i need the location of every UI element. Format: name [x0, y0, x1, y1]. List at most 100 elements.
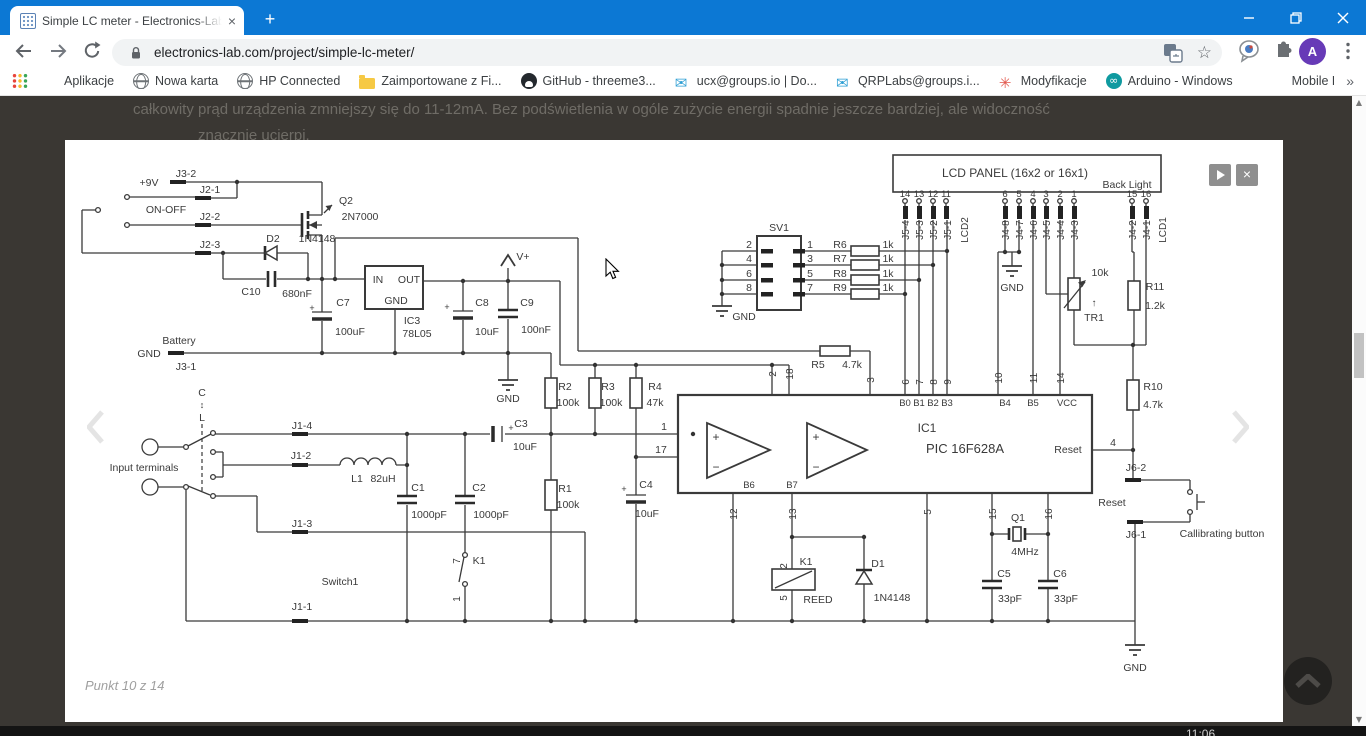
bookmark-item[interactable]: GitHub - threeme3... [521, 73, 656, 89]
schematic-label: 11 [941, 189, 951, 200]
schematic-label: 33pF [1054, 593, 1078, 605]
schematic-label: J1-2 [291, 450, 312, 462]
apps-grid-icon[interactable] [12, 73, 28, 89]
schematic-label: 1 [661, 421, 667, 433]
title-bar: Simple LC meter - Electronics-Lab × + [0, 0, 1366, 35]
schematic-label: Callibrating button [1180, 528, 1265, 540]
schematic-label: VCC [1057, 398, 1077, 409]
translate-icon[interactable] [1163, 43, 1183, 63]
bookmark-item[interactable]: Zaimportowane z Fi... [359, 74, 501, 89]
schematic-label: 100k [557, 397, 581, 409]
extensions-puzzle-icon[interactable] [1270, 37, 1296, 63]
schematic-label: J3-2 [176, 168, 197, 180]
schematic-label: 10uF [475, 326, 499, 338]
bookmark-item[interactable]: HP Connected [237, 73, 340, 89]
tab-close-icon[interactable]: × [228, 13, 236, 29]
schematic-label: 100k [557, 499, 581, 511]
back-button[interactable] [10, 37, 38, 65]
schematic-label: ON-OFF [146, 204, 186, 216]
arduino-icon [1106, 73, 1122, 89]
schematic-label: R1 [558, 483, 572, 495]
next-image-chevron[interactable] [1231, 410, 1249, 444]
scrollbar-up-arrow[interactable]: ▲ [1352, 98, 1366, 107]
schematic-label: L [199, 412, 205, 424]
schematic-label: R7 [833, 253, 847, 265]
scroll-to-top-button[interactable] [1284, 657, 1332, 705]
globe-icon [133, 73, 149, 89]
globe-icon [237, 73, 253, 89]
window-minimize-button[interactable] [1225, 0, 1272, 35]
schematic-label: 1 [1071, 189, 1076, 200]
browser-tab[interactable]: Simple LC meter - Electronics-Lab × [10, 6, 244, 35]
schematic-label: GND [732, 311, 756, 323]
schematic-label: B4 [999, 398, 1011, 409]
reload-icon [81, 40, 103, 62]
schematic-label: 7 [915, 379, 926, 385]
tab-title: Simple LC meter - Electronics-Lab [42, 14, 222, 28]
schematic-label: 5 [779, 595, 790, 601]
schematic-label: R3 [601, 381, 615, 393]
schematic-label: 10uF [513, 441, 537, 453]
bookmarks-overflow-chevron[interactable]: » [1346, 73, 1354, 89]
schematic-label: R11 [1146, 281, 1165, 293]
schematic-label: C4 [639, 479, 653, 491]
schematic-label: − [712, 460, 719, 474]
schematic-label: B7 [786, 480, 798, 491]
schematic-label: 1N4148 [874, 592, 911, 604]
url-bar[interactable]: electronics-lab.com/project/simple-lc-me… [112, 39, 1222, 66]
bookmark-item[interactable]: Aplikacje [42, 73, 114, 89]
schematic-label: B2 [927, 398, 939, 409]
prev-image-chevron[interactable] [87, 410, 105, 444]
bookmark-item[interactable]: Mobile Broadband [1292, 74, 1335, 88]
lock-icon[interactable] [128, 45, 144, 61]
schematic-label: 12 [928, 189, 939, 200]
scrollbar-thumb[interactable] [1354, 333, 1364, 378]
schematic-label: 5 [1016, 189, 1021, 200]
schematic-label: GND [137, 348, 161, 360]
extension-bubble-icon[interactable] [1236, 37, 1262, 63]
forward-button[interactable] [44, 37, 72, 65]
mouse-cursor [605, 258, 621, 281]
schematic-label: 4.7k [842, 359, 863, 371]
schematic-label: 1k [882, 239, 894, 251]
schematic-label: J4-2 [1128, 220, 1139, 240]
new-tab-button[interactable]: + [256, 7, 284, 31]
schematic-label: C7 [336, 297, 350, 309]
schematic-label: R4 [648, 381, 662, 393]
schematic-label: TR1 [1084, 312, 1104, 324]
schematic-label: ↑ [1092, 298, 1097, 309]
schematic-image: J3-2+9VJ2-1ON-OFFJ2-2J2-3Q22N7000D21N414… [65, 140, 1283, 722]
bookmark-item[interactable]: Modyfikacje [999, 73, 1087, 89]
schematic-label: 13 [788, 508, 799, 520]
schematic-label: R8 [833, 268, 847, 280]
schematic-label: 6 [1002, 189, 1007, 200]
schematic-label: 2 [768, 371, 779, 377]
schematic-label: + [621, 484, 626, 494]
schematic-label: 4 [1110, 437, 1116, 449]
schematic-label: 14 [900, 189, 911, 200]
window-close-button[interactable] [1319, 0, 1366, 35]
bookmarks-bar: Aplikacje Nowa karta HP Connected Zaimporto… [0, 67, 1366, 96]
profile-avatar[interactable]: A [1299, 38, 1326, 65]
schematic-label: GND [1000, 282, 1024, 294]
schematic-label: 4MHz [1011, 546, 1038, 558]
bookmark-label: Modyfikacje [1021, 74, 1087, 88]
page-text-line: całkowity prąd urządzenia zmniejszy się … [133, 101, 1050, 118]
slideshow-play-button[interactable] [1209, 164, 1231, 186]
bookmark-star-icon[interactable]: ☆ [1197, 43, 1212, 63]
bookmark-item[interactable]: QRPLabs@groups.i... [836, 73, 980, 89]
bookmark-item[interactable]: Nowa karta [133, 73, 218, 89]
page-scrollbar[interactable]: ▲ ▼ [1352, 96, 1366, 726]
bookmark-item[interactable]: ucx@groups.io | Do... [675, 73, 817, 89]
lightbox-close-button[interactable]: × [1236, 164, 1258, 186]
window-restore-button[interactable] [1272, 0, 1319, 35]
menu-kebab-icon[interactable] [1334, 37, 1362, 65]
schematic-label: J2-1 [200, 184, 221, 196]
schematic-label: K1 [473, 555, 486, 567]
schematic-label: C2 [472, 482, 486, 494]
scrollbar-down-arrow[interactable]: ▼ [1352, 715, 1366, 724]
reload-button[interactable] [78, 37, 106, 65]
bookmark-label: HP Connected [259, 74, 340, 88]
schematic-label: 10k [1092, 267, 1110, 279]
bookmark-item[interactable]: Arduino - Windows [1106, 73, 1233, 89]
